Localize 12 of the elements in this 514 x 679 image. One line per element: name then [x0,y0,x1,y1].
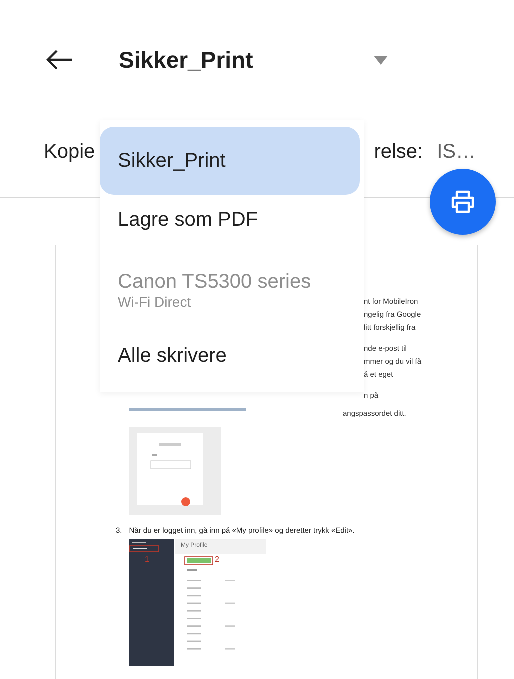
marker-number: 2 [215,554,220,566]
copies-label: Kopie [44,140,96,164]
back-icon[interactable] [45,49,73,71]
menu-item[interactable]: Lagre som PDF [100,195,360,245]
paper-size-value: IS… [437,140,476,164]
marker-number: 1 [145,554,150,566]
paper-size-label: relse: [374,140,424,164]
printer-title: Sikker_Print [119,46,254,75]
print-icon[interactable] [430,169,496,235]
dropdown-caret-icon[interactable] [374,56,388,64]
menu-item[interactable]: Alle skrivere [100,330,360,382]
menu-item[interactable]: Sikker_Print [100,127,360,195]
